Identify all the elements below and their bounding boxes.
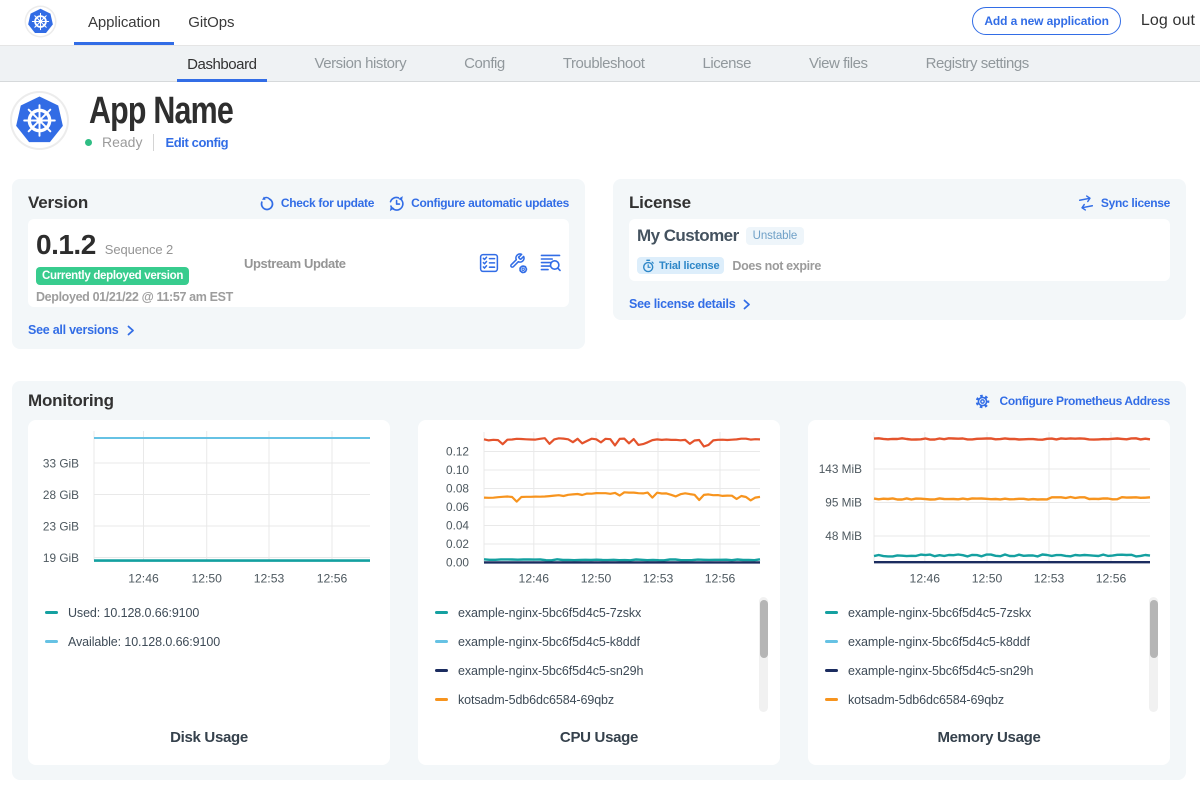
- svg-text:0.12: 0.12: [446, 445, 469, 459]
- svg-text:12:50: 12:50: [191, 572, 222, 586]
- svg-text:19 GiB: 19 GiB: [43, 551, 79, 565]
- svg-text:0.04: 0.04: [446, 519, 469, 533]
- svg-text:12:56: 12:56: [317, 572, 348, 586]
- svg-text:12:50: 12:50: [581, 572, 612, 586]
- svg-text:0.02: 0.02: [446, 537, 469, 551]
- svg-text:12:53: 12:53: [254, 572, 285, 586]
- svg-text:143 MiB: 143 MiB: [819, 462, 862, 476]
- svg-text:0.06: 0.06: [446, 500, 469, 514]
- svg-text:0.10: 0.10: [446, 463, 469, 477]
- svg-text:95 MiB: 95 MiB: [825, 496, 862, 510]
- svg-text:12:53: 12:53: [643, 572, 674, 586]
- svg-text:33 GiB: 33 GiB: [43, 457, 79, 471]
- svg-text:23 GiB: 23 GiB: [43, 520, 79, 534]
- svg-text:28 GiB: 28 GiB: [43, 488, 79, 502]
- svg-text:12:46: 12:46: [519, 572, 550, 586]
- svg-text:12:46: 12:46: [910, 572, 941, 586]
- svg-text:48 MiB: 48 MiB: [825, 529, 862, 543]
- svg-text:12:50: 12:50: [972, 572, 1003, 586]
- svg-text:12:56: 12:56: [705, 572, 736, 586]
- svg-text:12:53: 12:53: [1034, 572, 1065, 586]
- svg-text:12:46: 12:46: [128, 572, 159, 586]
- svg-text:12:56: 12:56: [1096, 572, 1127, 586]
- svg-text:0.00: 0.00: [446, 556, 469, 570]
- svg-text:0.08: 0.08: [446, 482, 469, 496]
